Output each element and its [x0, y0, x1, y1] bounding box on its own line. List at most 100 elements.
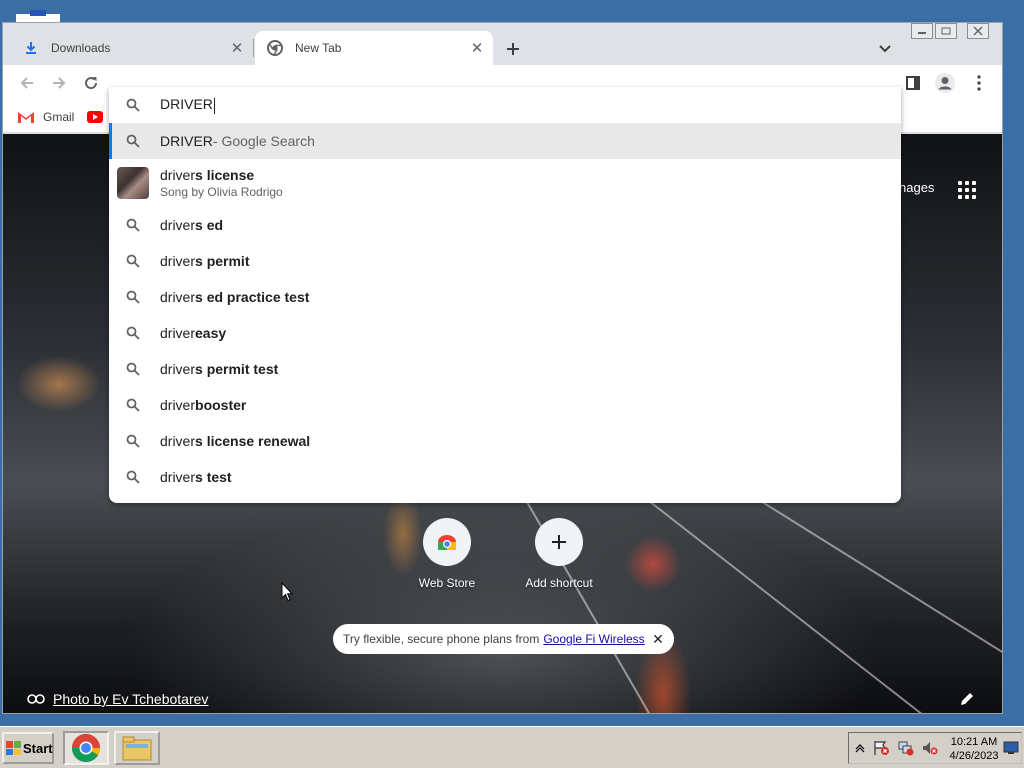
google-apps-icon[interactable]: [955, 178, 979, 202]
search-icon: [123, 254, 143, 268]
tab-label: New Tab: [295, 41, 342, 55]
shortcut-add[interactable]: Add shortcut: [504, 518, 614, 590]
chevron-down-icon: [879, 45, 891, 53]
taskbar-chrome[interactable]: [63, 731, 109, 765]
plus-icon: [507, 43, 519, 55]
download-icon: [23, 40, 39, 56]
chevron-up-icon[interactable]: [855, 743, 865, 753]
promo-close-icon[interactable]: ✕: [650, 631, 666, 647]
suggestion-completion: s ed practice test: [195, 289, 310, 305]
clock[interactable]: 10:21 AM 4/26/2023: [949, 735, 999, 763]
clock-time: 10:21 AM: [950, 736, 998, 748]
bookmark-gmail[interactable]: Gmail: [17, 107, 74, 127]
tab-strip: Downloads ✕ New Tab ✕: [3, 23, 1002, 65]
shortcut-label: Web Store: [418, 576, 476, 590]
system-tray: 10:21 AM 4/26/2023: [848, 732, 1022, 764]
search-icon: [123, 218, 143, 232]
search-icon: [123, 470, 143, 484]
address-bar[interactable]: DRIVER: [109, 87, 901, 123]
chrome-icon: [267, 40, 283, 56]
promo-link[interactable]: Google Fi Wireless: [543, 632, 644, 646]
gmail-icon: [18, 112, 34, 123]
suggestion-item[interactable]: driver s permit: [109, 243, 901, 279]
suggestion-completion: s license: [195, 167, 255, 183]
forward-button[interactable]: [47, 71, 71, 95]
customize-pencil-icon[interactable]: [958, 690, 976, 708]
kebab-menu-icon: [977, 75, 981, 91]
bookmark-label: Gmail: [43, 110, 75, 124]
suggestion-completion: s license renewal: [195, 433, 311, 449]
side-panel-button[interactable]: [901, 71, 925, 95]
search-icon: [123, 398, 143, 412]
new-tab-button[interactable]: [501, 37, 525, 61]
suggestion-completion: booster: [195, 397, 247, 413]
suggestion-item[interactable]: driver s license renewal: [109, 423, 901, 459]
youtube-icon: [87, 111, 103, 123]
side-panel-icon: [906, 76, 920, 90]
shortcut-web-store[interactable]: Web Store: [392, 518, 502, 590]
webstore-icon: [423, 518, 471, 566]
bookmark-youtube[interactable]: [87, 107, 103, 127]
tab-new-tab[interactable]: New Tab ✕: [255, 31, 493, 65]
close-icon: [973, 26, 983, 36]
reload-icon: [85, 77, 98, 90]
browser-window: Downloads ✕ New Tab ✕ Gmail nages Web St…: [2, 22, 1003, 714]
mouse-cursor: [281, 581, 294, 602]
suggestion-item[interactable]: driver easy: [109, 315, 901, 351]
tab-close-icon[interactable]: ✕: [467, 38, 487, 58]
suggestion-suffix: - Google Search: [212, 133, 315, 149]
suggestion-item[interactable]: driver s ed: [109, 207, 901, 243]
profile-icon: [935, 73, 955, 93]
minimize-button[interactable]: [911, 23, 933, 39]
tab-downloads[interactable]: Downloads ✕: [11, 31, 253, 65]
suggestion-subtitle: Song by Olivia Rodrigo: [160, 185, 283, 199]
start-button[interactable]: Start: [2, 732, 54, 764]
suggestion-rich[interactable]: drivers license Song by Olivia Rodrigo: [109, 159, 901, 207]
suggestion-text: DRIVER: [160, 133, 213, 149]
volume-icon[interactable]: [921, 740, 939, 756]
flag-icon[interactable]: [873, 740, 891, 756]
tab-label: Downloads: [51, 41, 111, 55]
suggestion-typed: driver: [160, 469, 196, 485]
folder-icon: [122, 736, 152, 761]
restore-icon: [941, 27, 951, 35]
promo-banner: Try flexible, secure phone plans from Go…: [333, 624, 674, 654]
suggestion-typed: driver: [160, 217, 196, 233]
tab-search-button[interactable]: [875, 39, 895, 59]
plus-icon: [535, 518, 583, 566]
menu-button[interactable]: [967, 71, 991, 95]
suggestion-typed: driver: [160, 397, 196, 413]
images-link[interactable]: nages: [899, 180, 934, 195]
suggestion-completion: s permit test: [195, 361, 279, 377]
profile-button[interactable]: [933, 71, 957, 95]
shortcut-label: Add shortcut: [525, 576, 593, 590]
suggestion-completion: s ed: [195, 217, 224, 233]
maximize-button[interactable]: [935, 23, 957, 39]
back-button[interactable]: [15, 71, 39, 95]
tab-separator: [253, 39, 254, 57]
show-desktop-icon[interactable]: [1003, 741, 1019, 755]
suggestion-item[interactable]: driver booster: [109, 387, 901, 423]
network-icon[interactable]: [897, 740, 915, 756]
start-label: Start: [23, 740, 53, 756]
chrome-icon: [72, 734, 100, 762]
taskbar-file-explorer[interactable]: [114, 731, 160, 765]
forward-arrow-icon: [53, 77, 66, 89]
suggestion-item[interactable]: driver s permit test: [109, 351, 901, 387]
taskbar: Start 10:21 AM 4/26/2023: [0, 726, 1024, 768]
tab-close-icon[interactable]: ✕: [227, 38, 247, 58]
address-input[interactable]: DRIVER: [160, 96, 213, 112]
link-icon: [27, 694, 45, 704]
omnibox-dropdown: DRIVER DRIVER - Google Search drivers li…: [109, 87, 901, 503]
suggestion-typed: driver: [160, 325, 196, 341]
reload-button[interactable]: [79, 71, 103, 95]
promo-text: Try flexible, secure phone plans from: [343, 632, 540, 646]
photo-credit[interactable]: Photo by Ev Tchebotarev: [27, 691, 208, 707]
suggestion-google-search[interactable]: DRIVER - Google Search: [109, 123, 901, 159]
search-icon: [123, 434, 143, 448]
text-caret: [213, 97, 215, 114]
suggestion-item[interactable]: driver s ed practice test: [109, 279, 901, 315]
close-button[interactable]: [967, 23, 989, 39]
suggestion-item[interactable]: driver s test: [109, 459, 901, 495]
suggestion-completion: s permit: [195, 253, 250, 269]
